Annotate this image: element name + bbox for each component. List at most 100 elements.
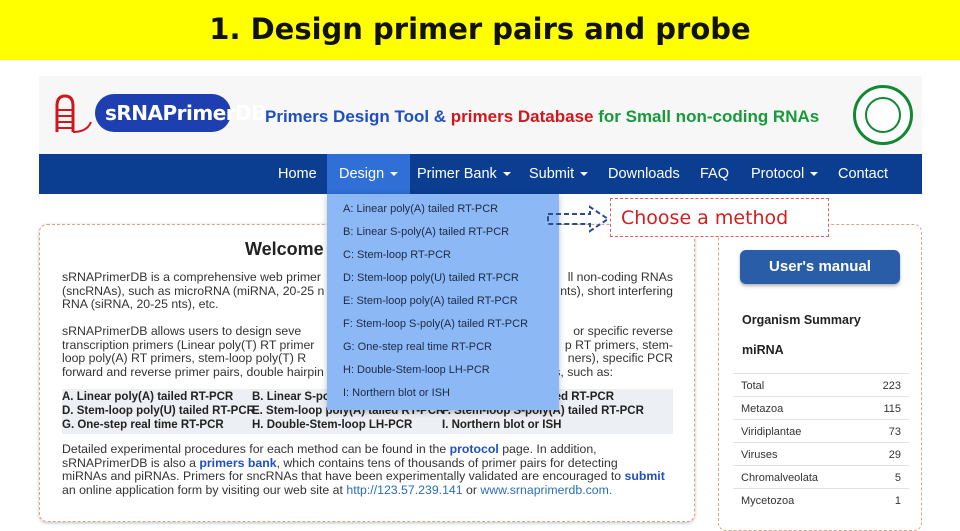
menu-item-one-step[interactable]: G: One-step real time RT-PCR	[343, 341, 492, 353]
nav-downloads[interactable]: Downloads	[596, 154, 692, 194]
nav-label: FAQ	[700, 166, 730, 182]
organism-count: 73	[888, 426, 901, 438]
menu-item-stem-loop-spolya[interactable]: F: Stem-loop S-poly(A) tailed RT-PCR	[343, 318, 528, 330]
organism-row[interactable]: Total 223	[733, 373, 909, 396]
organism-count: 115	[883, 403, 901, 415]
organism-row[interactable]: Viruses 29	[733, 442, 909, 465]
menu-item-linear-spolya[interactable]: B: Linear S-poly(A) tailed RT-PCR	[343, 226, 509, 238]
p2-line1-left: sRNAPrimerDB allows users to design seve	[62, 324, 302, 338]
mirna-heading: miRNA	[742, 343, 784, 357]
nav-label: Downloads	[608, 166, 680, 182]
method-a: A. Linear poly(A) tailed RT-PCR	[62, 391, 234, 403]
tagline-part1: Primers Design Tool &	[265, 107, 447, 126]
tagline-part2: primers Database	[450, 107, 594, 126]
p2-line3-left: loop poly(A) RT primers, stem-loop poly(…	[62, 351, 307, 365]
p3-or: or	[466, 482, 477, 497]
site-logo[interactable]: sRNAPrimerDB	[51, 92, 267, 136]
users-manual-button[interactable]: User's manual	[740, 250, 900, 284]
nav-label: Design	[339, 166, 385, 182]
menu-item-linear-polya[interactable]: A: Linear poly(A) tailed RT-PCR	[343, 203, 498, 215]
nav-faq[interactable]: FAQ	[688, 154, 741, 194]
p1-line2-right: nts), short interfering	[560, 283, 673, 298]
organism-name: Mycetozoa	[741, 495, 795, 507]
dashed-arrow-icon	[547, 205, 610, 233]
nav-contact[interactable]: Contact	[826, 154, 900, 194]
nav-label: Contact	[838, 166, 888, 182]
organism-row[interactable]: Viridiplantae 73	[733, 419, 909, 442]
title-banner: 1. Design primer pairs and probe	[0, 0, 960, 60]
method-i: I. Northern blot or ISH	[442, 419, 562, 431]
method-b: B. Linear S-po	[252, 391, 330, 403]
p2-line2-left: transcription primers (Linear poly(T) RT…	[62, 337, 315, 352]
p3-text-e: miRNAs and piRNAs. Primers for sncRNAs t…	[62, 469, 622, 483]
nav-label: Submit	[529, 166, 575, 182]
p2-line1-right: or specific reverse	[573, 324, 673, 338]
nav-primer-bank[interactable]: Primer Bank	[405, 154, 523, 194]
organism-name: Total	[741, 380, 765, 392]
organism-count: 5	[894, 472, 901, 484]
p1-line3: RNA (siRNA, 20-25 nts), etc.	[62, 297, 219, 311]
organism-summary-heading: Organism Summary	[742, 313, 861, 327]
nav-submit[interactable]: Submit	[517, 154, 600, 194]
site-tagline: Primers Design Tool & primers Database f…	[265, 107, 819, 127]
organism-name: Chromalveolata	[741, 472, 819, 484]
logo-text: sRNAPrimerDB	[95, 94, 267, 132]
p2-line3-right: ners), specific PCR	[567, 351, 673, 365]
nav-protocol[interactable]: Protocol	[739, 154, 830, 194]
p3-text-d: , which contains tens of thousands of pr…	[276, 455, 618, 470]
protocol-link[interactable]: protocol	[450, 442, 499, 456]
emblem-inner-ring	[865, 97, 901, 133]
design-dropdown-menu: A: Linear poly(A) tailed RT-PCR B: Linea…	[327, 194, 559, 410]
method-d: D. Stem-loop poly(U) tailed RT-PCR	[62, 405, 255, 417]
organism-name: Viridiplantae	[741, 426, 802, 438]
p2-line2-right: p RT primers, stem-	[564, 337, 673, 352]
site-header: sRNAPrimerDB Primers Design Tool & prime…	[39, 76, 922, 154]
chevron-down-icon	[580, 172, 589, 177]
nav-home[interactable]: Home	[266, 154, 329, 194]
organism-name: Metazoa	[741, 403, 784, 415]
menu-item-stem-loop-polya[interactable]: E: Stem-loop poly(A) tailed RT-PCR	[343, 295, 518, 307]
organism-count: 1	[894, 495, 901, 507]
rna-hairpin-icon	[55, 94, 92, 133]
details-paragraph: Detailed experimental procedures for eac…	[62, 442, 673, 497]
welcome-title: Welcome	[245, 239, 324, 259]
organism-name: Viruses	[741, 449, 778, 461]
chevron-down-icon	[502, 172, 511, 177]
tagline-part3: for Small non-coding RNAs	[598, 107, 820, 126]
sidebar-panel: User's manual Organism Summary miRNA Tot…	[718, 224, 922, 531]
organism-row[interactable]: Metazoa 115	[733, 396, 909, 419]
chevron-down-icon	[390, 172, 399, 177]
p3-text-a: Detailed experimental procedures for eac…	[62, 442, 447, 456]
nav-label: Home	[278, 166, 317, 182]
menu-item-stem-loop[interactable]: C: Stem-loop RT-PCR	[343, 249, 451, 261]
organism-row[interactable]: Mycetozoa 1	[733, 488, 909, 511]
submit-link[interactable]: submit	[625, 469, 665, 483]
organism-row[interactable]: Chromalveolata 5	[733, 465, 909, 488]
menu-item-double-stem-loop[interactable]: H: Double-Stem-loop LH-PCR	[343, 364, 490, 376]
p1-line1-right: ll non-coding RNAs	[567, 270, 673, 284]
banner-title: 1. Design primer pairs and probe	[209, 12, 751, 46]
method-g: G. One-step real time RT-PCR	[62, 419, 224, 431]
p3-text-c: sRNAPrimerDB is also a	[62, 455, 196, 470]
p3-text-b: page. In addition,	[502, 442, 597, 456]
ip-url-link[interactable]: http://123.57.239.141	[346, 483, 462, 497]
p2-line4-left: forward and reverse primer pairs, double…	[62, 364, 324, 379]
choose-method-text: Choose a method	[621, 207, 789, 229]
nav-label: Primer Bank	[417, 166, 497, 182]
method-h: H. Double-Stem-loop LH-PCR	[252, 419, 413, 431]
chevron-down-icon	[810, 172, 819, 177]
menu-item-stem-loop-polyu[interactable]: D: Stem-loop poly(U) tailed RT-PCR	[343, 272, 519, 284]
p1-line2-left: (sncRNAs), such as microRNA (miRNA, 20-2…	[62, 283, 325, 298]
p3-text-f: an online application form by visiting o…	[62, 482, 343, 497]
nav-label: Protocol	[751, 166, 805, 182]
main-navbar: Home Design Primer Bank Submit Downloads…	[39, 154, 922, 194]
primers-bank-link[interactable]: primers bank	[199, 456, 276, 470]
domain-url-link[interactable]: www.srnaprimerdb.com.	[480, 483, 612, 497]
nav-design[interactable]: Design	[327, 154, 411, 194]
choose-method-callout: Choose a method	[610, 198, 829, 237]
menu-item-northern-blot[interactable]: I: Northern blot or ISH	[343, 387, 450, 399]
university-emblem-icon	[853, 85, 913, 145]
organism-count: 223	[882, 380, 901, 392]
organism-count: 29	[888, 449, 901, 461]
p1-line1-left: sRNAPrimerDB is a comprehensive web prim…	[62, 270, 321, 284]
